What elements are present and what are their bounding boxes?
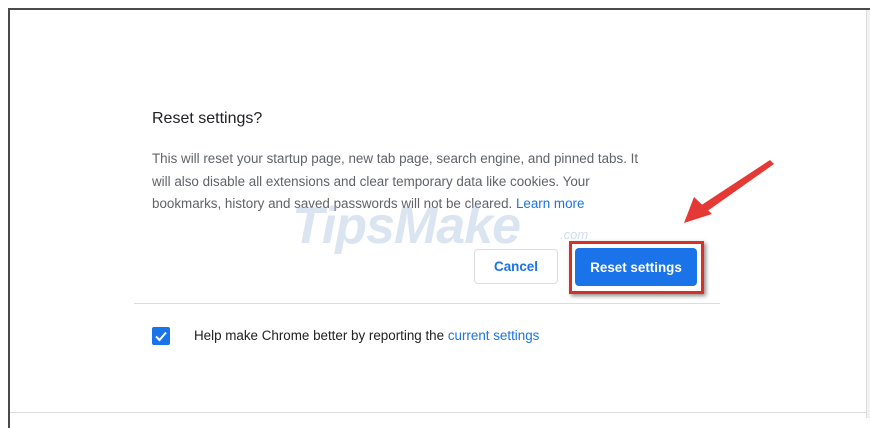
highlight-box bbox=[569, 241, 704, 294]
report-checkbox[interactable] bbox=[152, 327, 170, 345]
window-frame bbox=[8, 8, 870, 428]
cancel-button[interactable]: Cancel bbox=[474, 249, 558, 284]
current-settings-link[interactable]: current settings bbox=[448, 328, 540, 343]
window-bottom-edge bbox=[10, 412, 866, 413]
section-divider bbox=[134, 303, 720, 304]
body-line-3-text: bookmarks, history and saved passwords w… bbox=[152, 196, 513, 211]
body-line-1: This will reset your startup page, new t… bbox=[152, 151, 639, 166]
report-label-text: Help make Chrome better by reporting the bbox=[194, 328, 445, 343]
window-right-edge bbox=[866, 10, 870, 418]
learn-more-link[interactable]: Learn more bbox=[516, 196, 584, 211]
report-checkbox-label: Help make Chrome better by reporting the… bbox=[194, 327, 539, 345]
body-line-2: will also disable all extensions and cle… bbox=[152, 173, 590, 189]
body-line-3: bookmarks, history and saved passwords w… bbox=[152, 193, 712, 216]
dialog-title: Reset settings? bbox=[152, 110, 263, 127]
dialog-body: This will reset your startup page, new t… bbox=[152, 148, 712, 216]
check-icon bbox=[155, 331, 167, 342]
